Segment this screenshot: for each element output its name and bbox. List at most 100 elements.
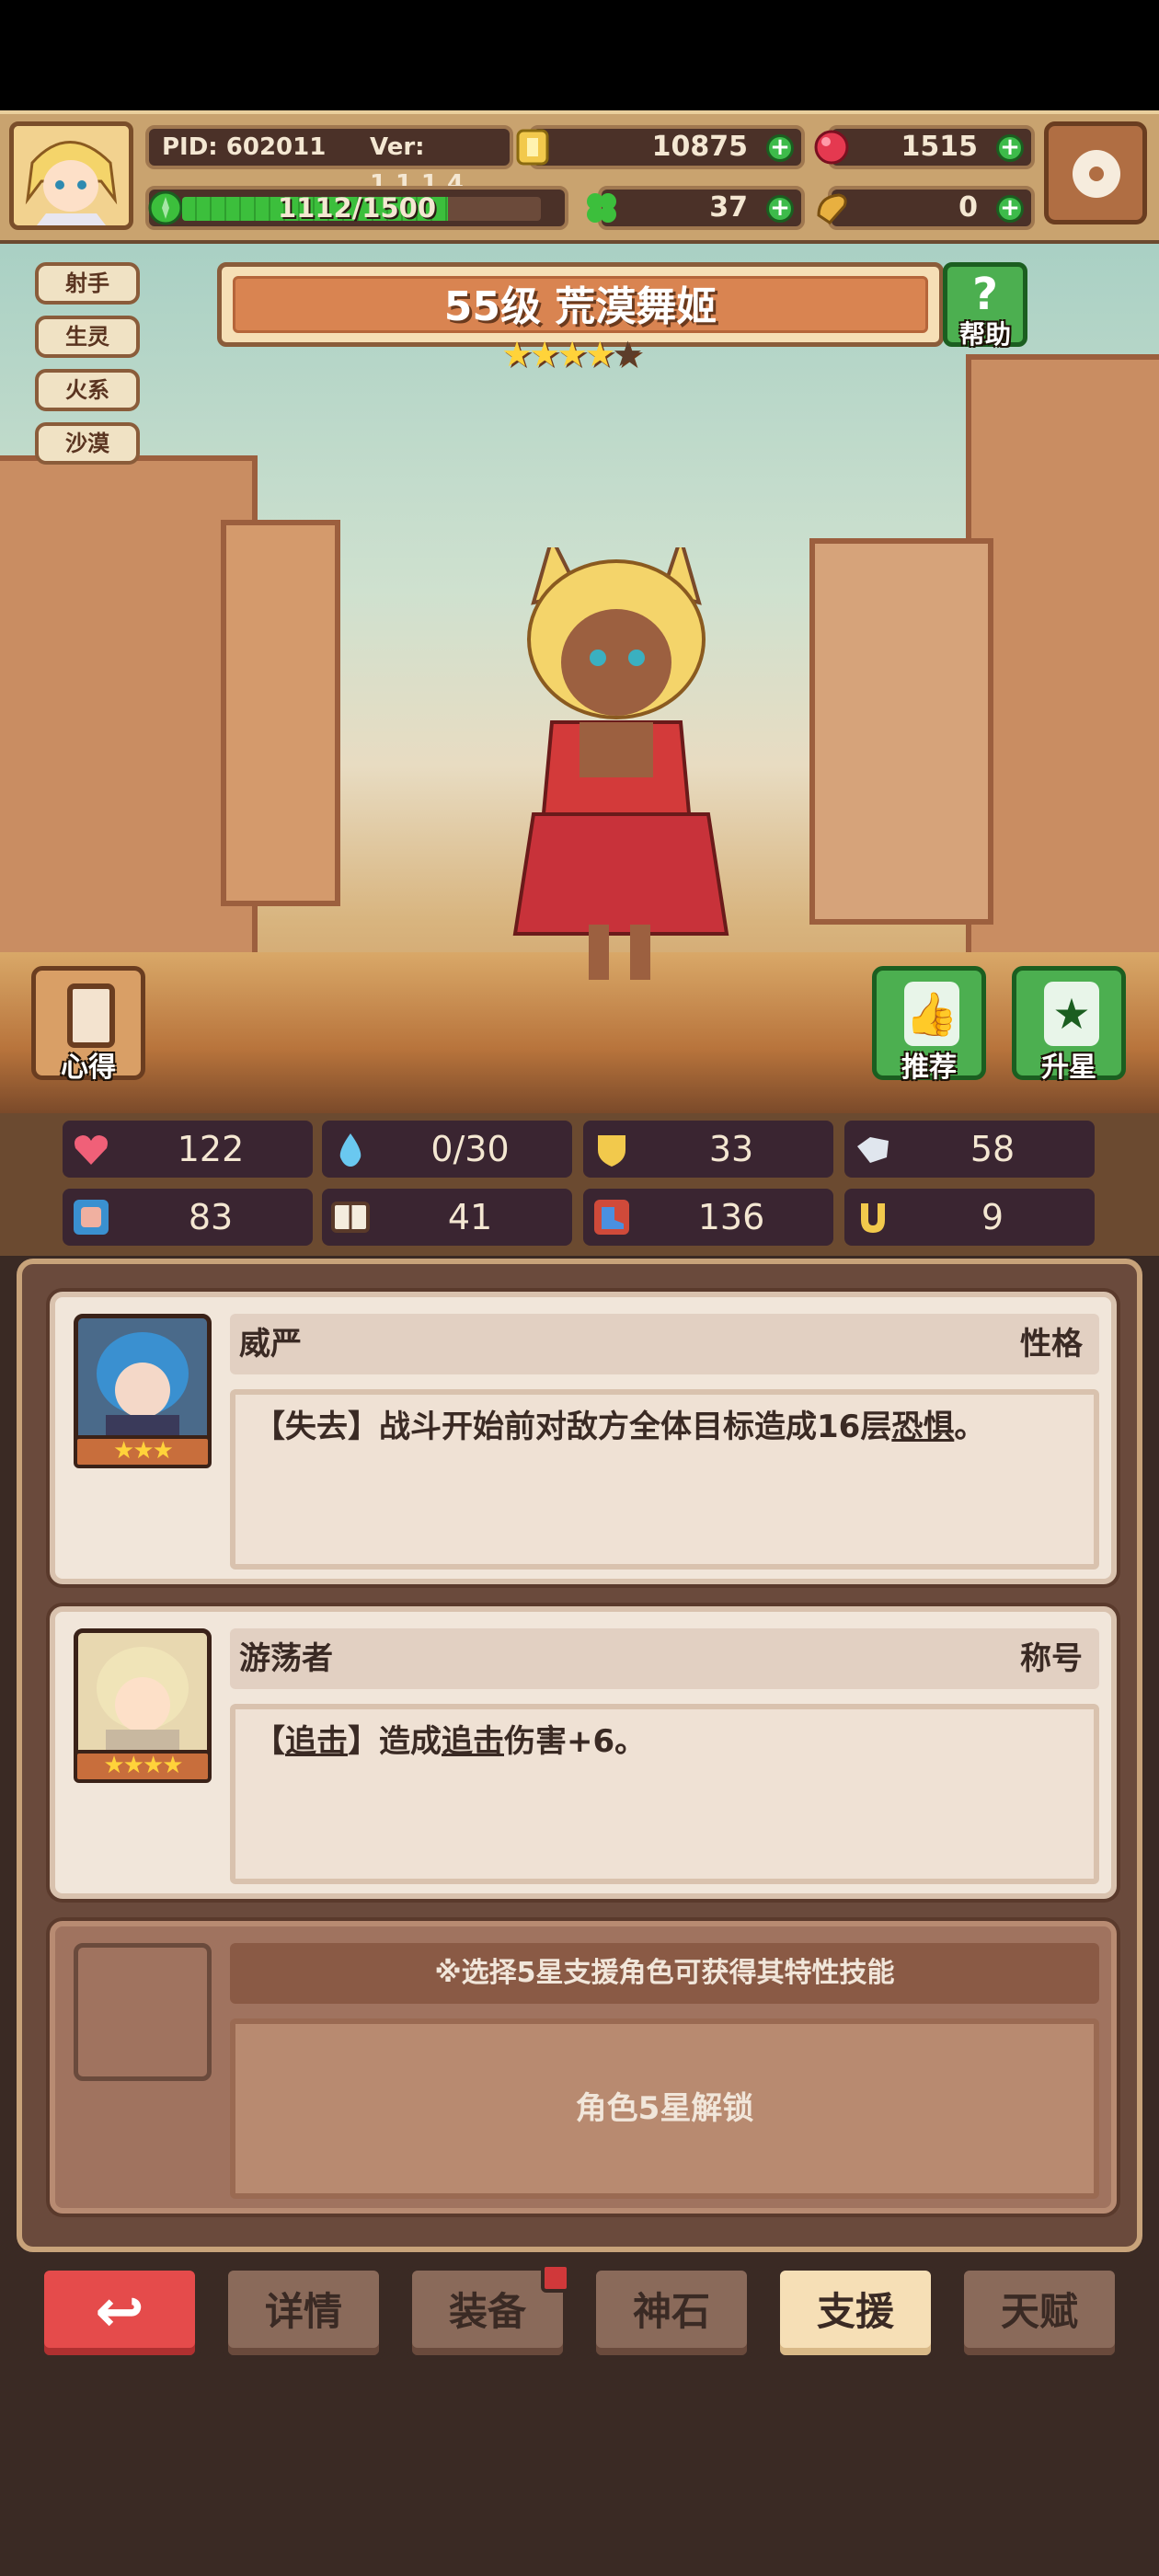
stats-panel: 122 0/30 33 58 83 41 136 9 (0, 1113, 1159, 1256)
book-icon (331, 1202, 370, 1233)
desc2-mid: 】造成 (348, 1723, 442, 1760)
fist-icon (74, 1200, 109, 1235)
locked-message: 角色5星解锁 (230, 2018, 1099, 2199)
tab-details[interactable]: 详情 (223, 2265, 384, 2361)
support-card-2[interactable]: ★★★★ 游荡者 称号 【追击】造成追击伤害+6。 (50, 1606, 1117, 1899)
clover-counter: 37 + (587, 186, 805, 230)
star-empty-icon: ★ (612, 334, 643, 374)
star-up-label: 升星 (1041, 1052, 1096, 1084)
desc1-link-fear[interactable]: 恐惧 (891, 1409, 954, 1445)
question-icon: ? (972, 269, 998, 320)
tag-race: 生灵 (35, 316, 140, 358)
help-button[interactable]: ? 帮助 (943, 262, 1027, 350)
stat-defense: 33 (583, 1121, 833, 1178)
scroll-icon (67, 983, 115, 1048)
player-avatar[interactable] (9, 121, 133, 230)
tab-talent[interactable]: 天赋 (958, 2265, 1120, 2361)
star-filled-icon: ★ (557, 334, 588, 374)
stat-attack: 83 (63, 1189, 313, 1246)
stat-attack-value: 83 (188, 1197, 234, 1237)
character-star-rating: ★★★★★ (501, 334, 643, 374)
red-gem-icon (814, 130, 849, 165)
stat-hp: 122 (63, 1121, 313, 1178)
tab-details-label: 详情 (264, 2289, 342, 2334)
support-card-1[interactable]: ★★★ 威严 性格 【失去】战斗开始前对敌方全体目标造成16层恐惧。 (50, 1292, 1117, 1584)
insight-button[interactable]: 心得 (31, 966, 145, 1084)
character-sprite (512, 547, 729, 980)
star-filled-icon: ★ (584, 334, 615, 374)
stat-mana: 0/30 (322, 1121, 572, 1178)
shield-icon (598, 1135, 625, 1167)
gem-value: 1515 (901, 131, 979, 163)
tab-support[interactable]: 支援 (775, 2265, 936, 2361)
desc2-bracket-open: 【 (254, 1723, 285, 1760)
stat-magic-defense-value: 58 (970, 1129, 1016, 1169)
desc2-link-pursuit[interactable]: 追击 (285, 1723, 348, 1760)
player-id: PID: 602011 (162, 133, 327, 161)
recommend-button[interactable]: 👍 推荐 (872, 966, 986, 1084)
horseshoe-icon (861, 1203, 885, 1233)
bread-counter: 0 + (817, 186, 1035, 230)
back-arrow-icon: ↩ (95, 2278, 144, 2346)
bread-value: 0 (958, 191, 978, 224)
empty-support-slot (74, 1943, 212, 2081)
recommend-label: 推荐 (901, 1052, 957, 1084)
exp-text: 1112/1500 (277, 192, 437, 224)
gold-counter: 10875 + (516, 125, 805, 169)
star-up-button[interactable]: ★ 升星 (1012, 966, 1126, 1084)
five-star-hint: ※选择5星支援角色可获得其特性技能 (230, 1943, 1099, 2004)
stat-magic: 41 (322, 1189, 572, 1246)
support-portrait-1[interactable] (74, 1314, 212, 1452)
gear-icon (1073, 150, 1120, 198)
clover-value: 37 (709, 191, 748, 224)
settings-button[interactable] (1044, 121, 1147, 224)
star-filled-icon: ★ (529, 334, 560, 374)
insight-label: 心得 (61, 1052, 116, 1084)
support-desc-1: 【失去】战斗开始前对敌方全体目标造成16层恐惧。 (230, 1389, 1099, 1570)
tag-class: 射手 (35, 262, 140, 305)
add-bread-button[interactable]: + (996, 195, 1024, 223)
right-pillar (809, 538, 993, 925)
add-gem-button[interactable]: + (996, 134, 1024, 162)
tab-talent-label: 天赋 (1000, 2289, 1078, 2334)
desc2-link-pursuit-2[interactable]: 追击 (442, 1723, 504, 1760)
character-title: 55级 荒漠舞姬 (443, 283, 717, 330)
left-pillar (221, 520, 340, 906)
right-cliff (966, 354, 1159, 980)
support-card-3-locked: ※选择5星支援角色可获得其特性技能 角色5星解锁 (50, 1921, 1117, 2214)
system-status-bar (0, 0, 1159, 110)
character-scene: 射手 生灵 火系 沙漠 55级 荒漠舞姬 ★★★★★ ? 帮助 心得 👍 推荐 … (0, 244, 1159, 1113)
star-filled-icon: ★ (501, 334, 533, 374)
top-header: PID: 602011 Ver: 1.1.1.4 10875 + 1515 + … (0, 110, 1159, 244)
player-info: PID: 602011 Ver: 1.1.1.4 (145, 125, 513, 198)
gold-coin-icon (516, 129, 549, 166)
support-panel: ★★★ 威严 性格 【失去】战斗开始前对敌方全体目标造成16层恐惧。 ★★★★ … (17, 1259, 1142, 2252)
support-name-bar-1: 威严 性格 (230, 1314, 1099, 1374)
desc1-end: 。 (954, 1409, 986, 1445)
desc2-end: 伤害+6。 (504, 1723, 647, 1760)
back-button[interactable]: ↩ (39, 2265, 201, 2361)
support-stars-2: ★★★★ (74, 1750, 212, 1783)
support-portrait-2[interactable] (74, 1628, 212, 1766)
star-icon: ★ (1044, 982, 1099, 1046)
tab-equipment[interactable]: 装备 (407, 2263, 570, 2361)
thumbs-up-icon: 👍 (904, 982, 959, 1046)
support-name-1: 威严 (239, 1326, 302, 1363)
magic-shield-icon (857, 1137, 889, 1163)
exp-bar-container: 1112/1500 (145, 186, 568, 230)
stat-hp-value: 122 (177, 1129, 245, 1169)
support-desc-2: 【追击】造成追击伤害+6。 (230, 1704, 1099, 1884)
stat-magic-defense: 58 (844, 1121, 1095, 1178)
tab-divine-stone[interactable]: 神石 (591, 2265, 752, 2361)
stat-crit: 9 (844, 1189, 1095, 1246)
support-name-2: 游荡者 (239, 1640, 333, 1677)
left-cliff (0, 455, 258, 971)
help-label: 帮助 (958, 319, 1011, 350)
notification-badge (541, 2263, 570, 2293)
add-clover-button[interactable]: + (766, 195, 794, 223)
clover-icon (587, 193, 616, 223)
tag-element: 火系 (35, 369, 140, 411)
support-type-1: 性格 (1020, 1326, 1083, 1363)
gold-value: 10875 (651, 131, 748, 163)
add-gold-button[interactable]: + (766, 134, 794, 162)
